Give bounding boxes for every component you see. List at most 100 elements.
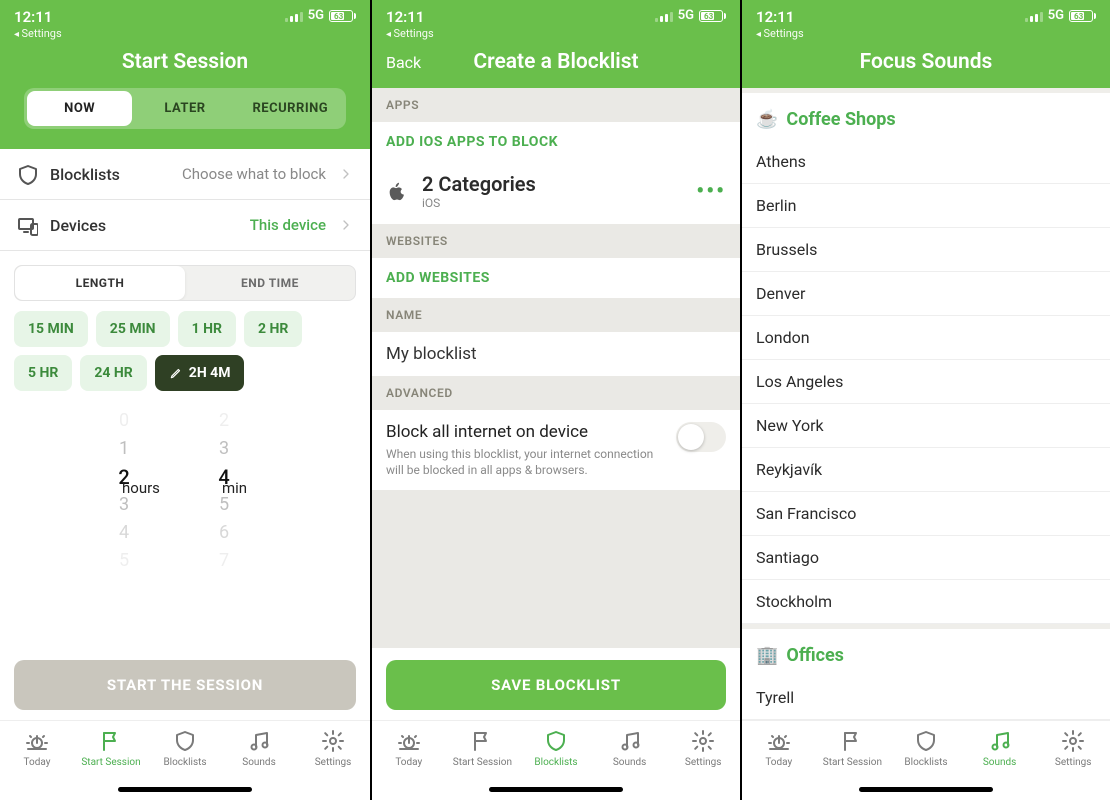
sound-row[interactable]: Tyrell (742, 676, 1110, 720)
tab-blocklists[interactable]: Blocklists (153, 729, 217, 768)
tab-today[interactable]: Today (5, 729, 69, 768)
battery-icon: 63 (329, 10, 356, 22)
blocklist-name-input[interactable] (372, 332, 740, 376)
sounds-list: AthensBerlinBrusselsDenverLondonLos Ange… (742, 140, 1110, 624)
tab-bar: Today Start Session Blocklists Sounds Se… (742, 720, 1110, 800)
tab-sounds[interactable]: Sounds (598, 729, 662, 768)
add-ios-apps-button[interactable]: ADD IOS APPS TO BLOCK (372, 122, 740, 162)
sound-row[interactable]: Santiago (742, 536, 1110, 580)
chevron-right-icon (338, 166, 354, 182)
tab-bar: Today Start Session Blocklists Sounds Se… (0, 720, 370, 800)
picker-hours-label: hours (122, 479, 160, 497)
sound-row[interactable]: San Francisco (742, 492, 1110, 536)
home-indicator[interactable] (118, 787, 252, 792)
sound-row[interactable]: Reykjavík (742, 448, 1110, 492)
page-title: Start Session (122, 50, 248, 74)
block-all-internet-sub: When using this blocklist, your internet… (386, 446, 664, 478)
devices-value: This device (118, 216, 326, 234)
categories-title: 2 Categories (422, 172, 682, 196)
tab-start-session[interactable]: Start Session (450, 729, 514, 768)
tab-sounds[interactable]: Sounds (968, 729, 1032, 768)
chip-24hr[interactable]: 24 HR (80, 355, 146, 391)
status-time: 12:11 (386, 8, 434, 26)
categories-row[interactable]: 2 Categories iOS ••• (372, 162, 740, 224)
section-name: NAME (372, 298, 740, 332)
sounds-list-offices: Tyrell (742, 676, 1110, 720)
sound-row[interactable]: Los Angeles (742, 360, 1110, 404)
segment-length[interactable]: LENGTH (15, 266, 185, 300)
shield-icon (16, 163, 38, 185)
segment-recurring[interactable]: RECURRING (238, 91, 343, 126)
home-indicator[interactable] (489, 787, 623, 792)
sounds-category-label: Coffee Shops (786, 109, 895, 130)
signal-icon (655, 10, 673, 22)
block-all-internet-title: Block all internet on device (386, 422, 664, 442)
duration-chips: 15 MIN 25 MIN 1 HR 2 HR 5 HR 24 HR 2H 4M (0, 311, 370, 399)
chevron-right-icon (338, 217, 354, 233)
status-time: 12:11 (14, 8, 62, 26)
network-type: 5G (1048, 8, 1064, 23)
chip-15min[interactable]: 15 MIN (14, 311, 88, 347)
status-time: 12:11 (756, 8, 804, 26)
chip-25min[interactable]: 25 MIN (96, 311, 170, 347)
section-websites: WEBSITES (372, 224, 740, 258)
tab-settings[interactable]: Settings (301, 729, 365, 768)
tab-today[interactable]: Today (747, 729, 811, 768)
sound-row[interactable]: Stockholm (742, 580, 1110, 624)
sounds-category-coffee: ☕️ Coffee Shops (742, 93, 1110, 140)
status-bar: 12:11 Settings 5G 63 (756, 8, 1096, 42)
tab-sounds[interactable]: Sounds (227, 729, 291, 768)
sound-row[interactable]: Berlin (742, 184, 1110, 228)
sounds-category-label: Offices (786, 645, 844, 666)
sound-row[interactable]: Brussels (742, 228, 1110, 272)
more-icon[interactable]: ••• (696, 179, 726, 204)
segment-later[interactable]: LATER (132, 91, 237, 126)
chip-2hr[interactable]: 2 HR (244, 311, 302, 347)
segment-endtime[interactable]: END TIME (185, 266, 355, 300)
tab-bar: Today Start Session Blocklists Sounds Se… (372, 720, 740, 800)
add-websites-button[interactable]: ADD WEBSITES (372, 258, 740, 298)
office-icon: 🏢 (756, 645, 778, 666)
chip-1hr[interactable]: 1 HR (178, 311, 236, 347)
segment-now[interactable]: NOW (27, 91, 132, 126)
duration-picker[interactable]: 0 1 2 3 4 5 hours 2 3 4 5 6 7 min (14, 407, 356, 577)
tab-today[interactable]: Today (377, 729, 441, 768)
battery-icon: 63 (699, 10, 726, 22)
session-type-segmented[interactable]: NOW LATER RECURRING (24, 88, 346, 129)
devices-icon (16, 214, 38, 236)
blocklists-row[interactable]: Blocklists Choose what to block (0, 149, 370, 200)
tab-blocklists[interactable]: Blocklists (894, 729, 958, 768)
apple-icon (386, 180, 408, 202)
section-apps: APPS (372, 88, 740, 122)
status-right: 5G 63 (1025, 8, 1096, 23)
sound-row[interactable]: New York (742, 404, 1110, 448)
page-title: Focus Sounds (860, 50, 993, 74)
block-all-internet-toggle[interactable] (676, 422, 726, 452)
sound-row[interactable]: Athens (742, 140, 1110, 184)
chip-custom-label: 2H 4M (189, 365, 231, 381)
back-button[interactable]: Back (386, 53, 421, 72)
signal-icon (285, 10, 303, 22)
tab-start-session[interactable]: Start Session (820, 729, 884, 768)
save-blocklist-button[interactable]: SAVE BLOCKLIST (386, 660, 726, 710)
chip-custom[interactable]: 2H 4M (155, 355, 245, 391)
devices-row[interactable]: Devices This device (0, 200, 370, 251)
devices-label: Devices (50, 216, 106, 235)
breadcrumb[interactable]: Settings (756, 27, 804, 40)
breadcrumb[interactable]: Settings (386, 27, 434, 40)
tab-blocklists[interactable]: Blocklists (524, 729, 588, 768)
network-type: 5G (308, 8, 324, 23)
sounds-category-offices: 🏢 Offices (742, 629, 1110, 676)
tab-settings[interactable]: Settings (671, 729, 735, 768)
sound-row[interactable]: London (742, 316, 1110, 360)
chip-5hr[interactable]: 5 HR (14, 355, 72, 391)
tab-start-session[interactable]: Start Session (79, 729, 143, 768)
tab-settings[interactable]: Settings (1041, 729, 1105, 768)
block-all-internet-row: Block all internet on device When using … (372, 410, 740, 490)
status-bar: 12:11 Settings 5G 63 (386, 8, 726, 42)
sound-row[interactable]: Denver (742, 272, 1110, 316)
home-indicator[interactable] (859, 787, 993, 792)
duration-mode-segmented[interactable]: LENGTH END TIME (14, 265, 356, 301)
start-session-button[interactable]: START THE SESSION (14, 660, 356, 710)
breadcrumb[interactable]: Settings (14, 27, 62, 40)
